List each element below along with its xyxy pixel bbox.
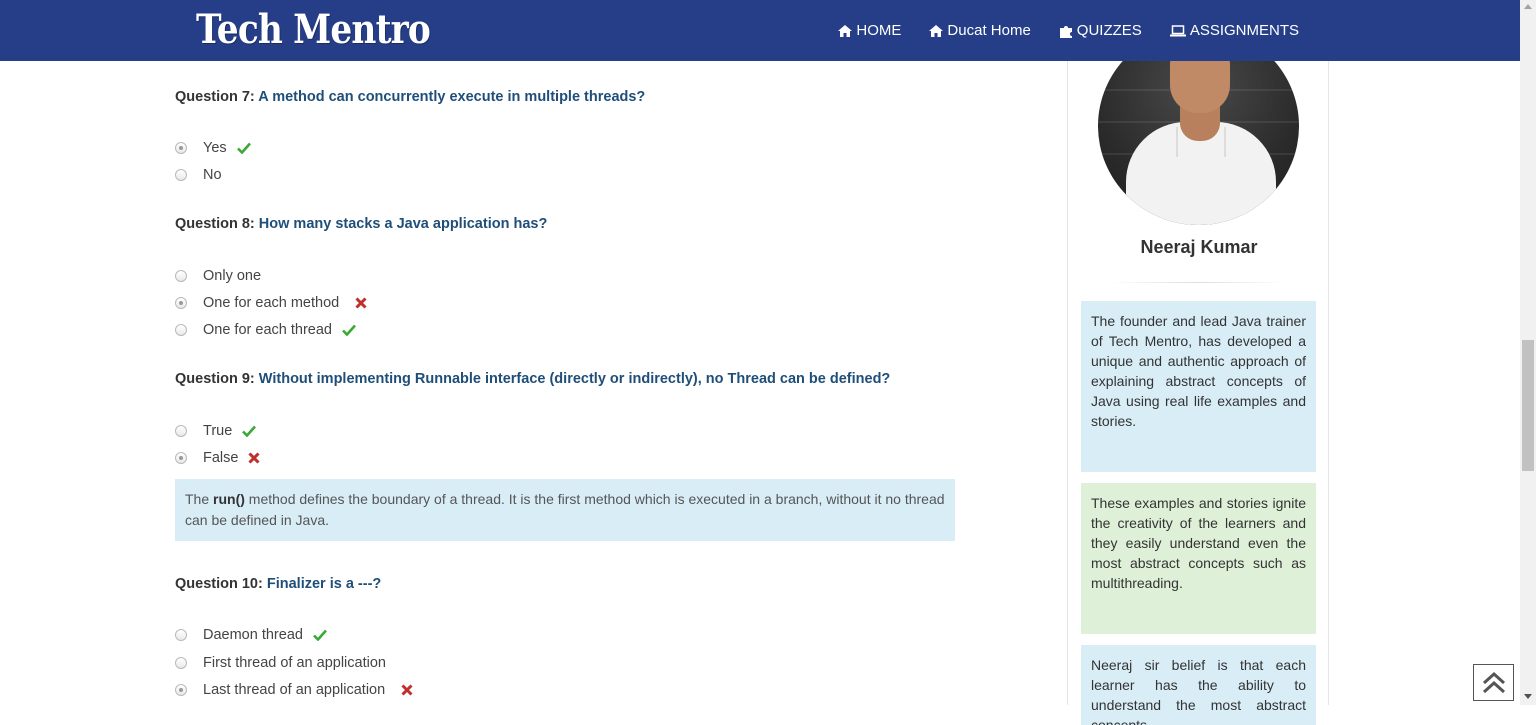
option-true[interactable]: True <box>175 423 257 439</box>
radio-button[interactable] <box>175 324 187 336</box>
author-bio-box: The founder and lead Java trainer of Tec… <box>1081 301 1316 472</box>
nav-quizzes[interactable]: QUIZZES <box>1059 22 1142 39</box>
nav-assignments-label: ASSIGNMENTS <box>1189 22 1299 39</box>
nav-ducat-home-label: Ducat Home <box>947 22 1031 39</box>
home-icon <box>838 24 853 37</box>
question-number: Question 10: <box>175 576 263 592</box>
option-daemon-thread[interactable]: Daemon thread <box>175 627 327 643</box>
cross-icon <box>248 452 261 464</box>
check-icon <box>313 629 327 641</box>
nav-quizzes-label: QUIZZES <box>1076 22 1142 39</box>
option-one-for-each-thread[interactable]: One for each thread <box>175 322 356 338</box>
bio-text: Neeraj sir belief is that each learner h… <box>1091 657 1306 725</box>
option-one-for-each-method[interactable]: One for each method <box>175 295 367 311</box>
home-icon <box>929 24 944 37</box>
question-number: Question 8: <box>175 216 255 232</box>
back-to-top-button[interactable] <box>1473 664 1514 701</box>
nav-home[interactable]: HOME <box>838 22 901 39</box>
scroll-up-arrow[interactable] <box>1524 4 1532 9</box>
radio-button[interactable] <box>175 452 187 464</box>
explanation-code: run() <box>213 491 245 507</box>
cross-icon <box>355 297 367 309</box>
author-sidebar: Neeraj Kumar The founder and lead Java t… <box>1067 27 1329 725</box>
radio-button[interactable] <box>175 297 187 309</box>
question-text: Without implementing Runnable interface … <box>258 371 891 387</box>
option-label: Only one <box>203 268 262 284</box>
check-icon <box>236 142 251 154</box>
scroll-down-arrow[interactable] <box>1524 694 1532 699</box>
page-scrollbar[interactable] <box>1520 0 1536 705</box>
top-navbar: Tech Mentro HOME Ducat Home QUIZZES ASSI… <box>0 0 1520 61</box>
laptop-icon <box>1169 24 1186 36</box>
main-nav: HOME Ducat Home QUIZZES ASSIGNMENTS <box>810 0 1299 61</box>
bio-text: The founder and lead Java trainer of Tec… <box>1091 313 1306 429</box>
question-10: Question 10: Finalizer is a ---? <box>175 576 381 592</box>
option-label: Daemon thread <box>203 627 303 643</box>
option-label: False <box>203 450 239 466</box>
answer-explanation: The run() method defines the boundary of… <box>175 479 955 541</box>
question-7: Question 7: A method can concurrently ex… <box>175 89 645 105</box>
explanation-prefix: The <box>185 491 214 507</box>
option-first-thread[interactable]: First thread of an application <box>175 655 386 671</box>
radio-button[interactable] <box>175 684 187 696</box>
question-text: How many stacks a Java application has? <box>258 216 548 232</box>
option-false[interactable]: False <box>175 450 261 466</box>
nav-home-label: HOME <box>856 22 902 39</box>
cross-icon <box>401 684 413 696</box>
option-label: First thread of an application <box>203 655 386 671</box>
site-logo[interactable]: Tech Mentro <box>196 6 431 53</box>
option-last-thread[interactable]: Last thread of an application <box>175 682 413 698</box>
explanation-text: method defines the boundary of a thread.… <box>185 491 945 528</box>
option-only-one[interactable]: Only one <box>175 268 261 284</box>
divider <box>1108 282 1288 283</box>
author-name: Neeraj Kumar <box>1140 237 1258 257</box>
option-label: One for each thread <box>203 322 332 338</box>
radio-button[interactable] <box>175 657 187 669</box>
check-icon <box>342 324 356 336</box>
question-9: Question 9: Without implementing Runnabl… <box>175 371 890 387</box>
radio-button[interactable] <box>175 425 187 437</box>
option-label: One for each method <box>203 295 340 311</box>
question-8: Question 8: How many stacks a Java appli… <box>175 216 547 232</box>
author-bio-box: Neeraj sir belief is that each learner h… <box>1081 645 1316 725</box>
double-chevron-up-icon <box>1482 671 1505 693</box>
check-icon <box>242 425 257 437</box>
nav-assignments[interactable]: ASSIGNMENTS <box>1169 22 1299 39</box>
option-label: Yes <box>203 140 227 156</box>
nav-ducat-home[interactable]: Ducat Home <box>929 22 1031 39</box>
radio-button[interactable] <box>175 169 187 181</box>
question-number: Question 9: <box>175 371 255 387</box>
radio-button[interactable] <box>175 629 187 641</box>
author-bio-box: These examples and stories ignite the cr… <box>1081 483 1316 634</box>
option-no[interactable]: No <box>175 167 222 183</box>
scroll-thumb[interactable] <box>1522 340 1534 471</box>
question-text: Finalizer is a ---? <box>266 576 382 592</box>
option-label: True <box>203 423 233 439</box>
puzzle-icon <box>1059 25 1072 38</box>
question-number: Question 7: <box>175 89 255 105</box>
option-label: Last thread of an application <box>203 682 386 698</box>
option-yes[interactable]: Yes <box>175 140 251 156</box>
option-label: No <box>203 167 222 183</box>
bio-text: These examples and stories ignite the cr… <box>1091 495 1306 591</box>
question-text: A method can concurrently execute in mul… <box>258 89 646 105</box>
radio-button[interactable] <box>175 270 187 282</box>
radio-button[interactable] <box>175 142 187 154</box>
